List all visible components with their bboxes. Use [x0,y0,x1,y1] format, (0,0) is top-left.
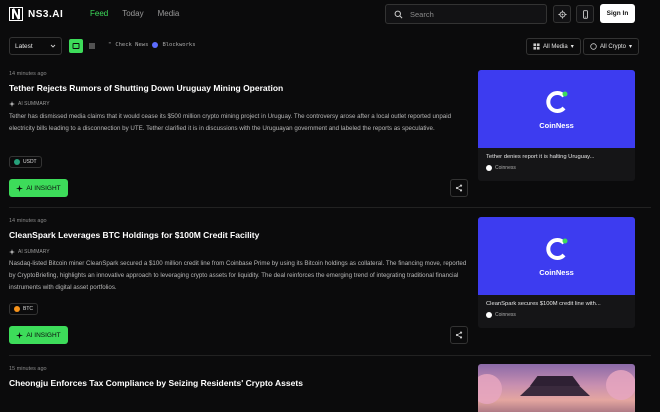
share-icon [455,331,463,339]
article-title[interactable]: Cheongju Enforces Tax Compliance by Seiz… [9,378,303,388]
logo-icon [9,7,23,21]
chevron-down-icon: ▾ [629,44,633,50]
nav-media[interactable]: Media [158,9,180,18]
ai-summary-label: AI SUMMARY [9,249,50,255]
crypto-filter-label: All Crypto [600,43,627,50]
coin-icon [590,43,597,50]
share-icon [455,184,463,192]
card-title: CleanSpark secures $100M credit line wit… [486,301,601,307]
phone-icon [582,9,588,19]
settings-button[interactable] [553,5,571,23]
source-card[interactable]: CoinNess Tether denies report it is halt… [478,70,635,181]
top-bar: NS3.AI Feed Today Media Sign In [0,0,660,28]
card-source: Coinness [495,165,516,171]
coinness-icon [486,312,492,318]
thumbnail-brand: CoinNess [539,120,574,130]
article-time: 14 minutes ago [9,71,47,77]
list-view-toggle[interactable] [85,39,99,53]
divider [9,355,651,356]
search-input[interactable] [410,9,540,19]
chevron-down-icon: ▾ [570,44,574,50]
blossom-tree [478,374,502,404]
source-thumbnail: CoinNess [478,217,635,295]
article-thumbnail[interactable] [478,364,635,412]
ai-insight-button[interactable]: AI INSIGHT [9,326,68,344]
coinness-icon [486,165,492,171]
share-button[interactable] [450,326,468,344]
crypto-filter[interactable]: All Crypto ▾ [583,38,640,55]
ai-summary-label: AI SUMMARY [9,101,50,107]
temple-roof [530,376,580,386]
article-time: 14 minutes ago [9,218,47,224]
logo-text: NS3.AI [28,8,64,20]
chevron-down-icon [50,44,56,48]
source-thumbnail: CoinNess [478,70,635,148]
ticker-quote-icon: " [108,42,112,48]
coinness-logo-icon [545,237,567,260]
news-ticker[interactable]: " Check News Blockworks [108,42,196,48]
blockworks-icon [152,42,159,48]
article-summary: Tether has dismissed media claims that i… [9,113,452,132]
sparkle-icon [16,331,24,339]
grid-icon [533,43,540,50]
temple-roof [520,386,590,396]
ticker-source: Blockworks [162,42,196,48]
btc-icon [14,306,20,312]
gear-icon [557,9,567,19]
thumbnail-brand: CoinNess [539,267,574,277]
sort-value: Latest [15,42,33,50]
usdt-icon [14,159,20,165]
coin-tag[interactable]: BTC [9,303,38,315]
coinness-logo-icon [545,90,567,113]
source-card[interactable]: CoinNess CleanSpark secures $100M credit… [478,217,635,328]
blossom-tree [606,370,635,400]
search-box[interactable] [385,4,547,24]
list-view-icon [89,43,95,49]
coin-tag[interactable]: USDT [9,156,42,168]
card-view-toggle[interactable] [69,39,83,53]
search-icon [394,10,403,18]
card-source: Coinness [495,312,516,318]
nav-today[interactable]: Today [122,9,143,18]
card-title: Tether denies report it is halting Urugu… [486,154,595,160]
sparkle-icon [16,184,24,192]
media-filter[interactable]: All Media ▾ [526,38,581,55]
sort-select[interactable]: Latest [9,37,62,55]
mobile-app-button[interactable] [576,5,594,23]
nav-feed[interactable]: Feed [90,9,108,18]
media-filter-label: All Media [543,43,568,50]
card-view-icon [72,43,80,49]
article-title[interactable]: CleanSpark Leverages BTC Holdings for $1… [9,230,259,240]
sparkle-icon [9,249,15,255]
divider [9,207,651,208]
sparkle-icon [9,101,15,107]
ai-insight-button[interactable]: AI INSIGHT [9,179,68,197]
main-nav: Feed Today Media [90,9,179,18]
share-button[interactable] [450,179,468,197]
ticker-prefix: Check News [115,42,149,48]
article-summary: Nasdaq-listed Bitcoin miner CleanSpark s… [9,260,467,291]
article-time: 15 minutes ago [9,366,47,372]
article-title[interactable]: Tether Rejects Rumors of Shutting Down U… [9,83,283,93]
sign-in-button[interactable]: Sign In [600,4,635,23]
logo[interactable]: NS3.AI [9,7,63,21]
